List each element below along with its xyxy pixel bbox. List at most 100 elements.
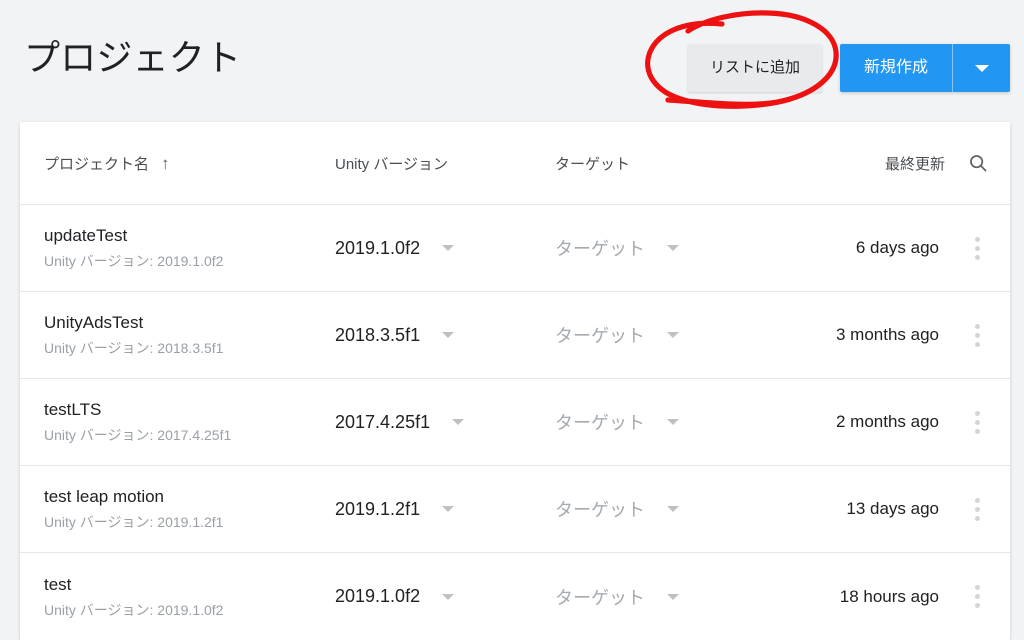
target-select[interactable]: ターゲット (555, 322, 679, 348)
column-header-unity-version-label: Unity バージョン (335, 155, 449, 173)
project-name: updateTest (44, 226, 128, 245)
target-cell: ターゲット (555, 409, 770, 435)
project-name: testLTS (44, 400, 102, 419)
table-row[interactable]: UnityAdsTest Unity バージョン: 2018.3.5f1 201… (20, 292, 1010, 379)
chevron-down-icon (667, 419, 679, 425)
unity-version-select[interactable]: 2017.4.25f1 (335, 411, 465, 433)
project-name-cell[interactable]: updateTest Unity バージョン: 2019.1.0f2 (20, 225, 335, 271)
table-row[interactable]: testLTS Unity バージョン: 2017.4.25f1 2017.4.… (20, 379, 1010, 466)
header-actions: リストに追加 新規作成 (687, 44, 1010, 92)
page-title: プロジェクト (24, 37, 242, 78)
last-updated-value: 18 hours ago (839, 586, 939, 606)
unity-version-cell: 2019.1.0f2 (335, 238, 555, 259)
chevron-down-icon (442, 332, 455, 338)
unity-version-value: 2019.1.2f1 (335, 498, 421, 519)
last-updated-value: 3 months ago (835, 325, 939, 344)
target-cell: ターゲット (555, 235, 770, 261)
row-menu-cell (945, 494, 1010, 525)
last-updated-value: 2 months ago (835, 412, 939, 431)
target-cell: ターゲット (555, 496, 770, 522)
chevron-down-icon (974, 64, 989, 72)
target-select[interactable]: ターゲット (555, 235, 679, 261)
search-icon (969, 155, 986, 172)
row-menu-cell (945, 407, 1010, 438)
target-value: ターゲット (555, 326, 645, 346)
last-updated-cell: 3 months ago (770, 325, 945, 345)
create-new-dropdown-button[interactable] (952, 44, 1010, 92)
chevron-down-icon (452, 419, 465, 425)
more-vert-icon[interactable] (971, 233, 984, 264)
row-menu-cell (945, 581, 1010, 612)
projects-card: プロジェクト名 ↑ Unity バージョン ターゲット 最終更新 updateT… (20, 122, 1010, 640)
row-menu-cell (945, 320, 1010, 351)
target-select[interactable]: ターゲット (555, 409, 679, 435)
project-name-cell[interactable]: UnityAdsTest Unity バージョン: 2018.3.5f1 (20, 312, 335, 358)
column-header-last-updated[interactable]: 最終更新 (770, 153, 945, 174)
table-row[interactable]: test leap motion Unity バージョン: 2019.1.2f1… (20, 466, 1010, 553)
more-vert-icon[interactable] (971, 494, 984, 525)
create-new-button-group: 新規作成 (839, 44, 1010, 92)
unity-version-value: 2019.1.0f2 (335, 237, 421, 258)
target-cell: ターゲット (555, 322, 770, 348)
row-menu-cell (945, 233, 1010, 264)
column-header-target[interactable]: ターゲット (555, 153, 770, 174)
unity-version-select[interactable]: 2019.1.2f1 (335, 498, 455, 520)
unity-version-cell: 2017.4.25f1 (335, 412, 555, 433)
chevron-down-icon (667, 506, 679, 512)
target-value: ターゲット (555, 500, 645, 520)
target-value: ターゲット (555, 587, 645, 608)
add-to-list-button[interactable]: リストに追加 (687, 44, 822, 92)
chevron-down-icon (667, 593, 679, 600)
table-header-row: プロジェクト名 ↑ Unity バージョン ターゲット 最終更新 (20, 122, 1010, 205)
last-updated-cell: 13 days ago (770, 499, 945, 519)
unity-version-value: 2017.4.25f1 (335, 411, 431, 432)
chevron-down-icon (667, 245, 679, 251)
target-select[interactable]: ターゲット (555, 584, 679, 610)
target-value: ターゲット (555, 239, 645, 259)
last-updated-value: 6 days ago (855, 238, 939, 257)
more-vert-icon[interactable] (971, 320, 984, 351)
unity-version-value: 2019.1.0f2 (335, 586, 421, 606)
last-updated-value: 13 days ago (846, 499, 939, 518)
unity-version-select[interactable]: 2019.1.0f2 (335, 586, 455, 607)
project-name-cell[interactable]: test leap motion Unity バージョン: 2019.1.2f1 (20, 486, 335, 532)
target-value: ターゲット (555, 413, 645, 433)
project-unity-version-subtitle: Unity バージョン: 2019.1.2f1 (44, 514, 224, 530)
search-button[interactable] (945, 152, 1010, 174)
more-vert-icon[interactable] (971, 581, 984, 612)
project-name-cell[interactable]: testLTS Unity バージョン: 2017.4.25f1 (20, 399, 335, 445)
unity-version-cell: 2018.3.5f1 (335, 325, 555, 346)
column-header-last-updated-label: 最終更新 (884, 155, 945, 173)
project-unity-version-subtitle: Unity バージョン: 2017.4.25f1 (44, 427, 232, 443)
chevron-down-icon (442, 593, 455, 600)
last-updated-cell: 6 days ago (770, 238, 945, 258)
chevron-down-icon (442, 245, 455, 251)
create-new-button[interactable]: 新規作成 (839, 44, 952, 92)
last-updated-cell: 2 months ago (770, 412, 945, 432)
target-cell: ターゲット (555, 584, 770, 610)
sort-ascending-icon: ↑ (161, 153, 170, 173)
target-select[interactable]: ターゲット (555, 496, 679, 522)
page-header: プロジェクト リストに追加 新規作成 (0, 0, 1024, 122)
column-header-project-name-label: プロジェクト名 (44, 155, 150, 173)
project-name-cell[interactable]: test Unity バージョン: 2019.1.0f2 (20, 574, 335, 620)
unity-version-value: 2018.3.5f1 (335, 324, 421, 345)
project-unity-version-subtitle: Unity バージョン: 2019.1.0f2 (44, 601, 224, 618)
more-vert-icon[interactable] (971, 407, 984, 438)
column-header-target-label: ターゲット (555, 155, 631, 173)
unity-version-select[interactable]: 2018.3.5f1 (335, 324, 455, 346)
unity-version-cell: 2019.1.2f1 (335, 499, 555, 520)
projects-page: プロジェクト リストに追加 新規作成 プロジェクト名 ↑ Unity バージョン… (0, 0, 1024, 640)
last-updated-cell: 18 hours ago (770, 587, 945, 607)
chevron-down-icon (442, 506, 455, 512)
table-row[interactable]: test Unity バージョン: 2019.1.0f2 2019.1.0f2 … (20, 553, 1010, 640)
chevron-down-icon (667, 332, 679, 338)
project-name: UnityAdsTest (44, 313, 144, 332)
unity-version-select[interactable]: 2019.1.0f2 (335, 237, 455, 259)
column-header-unity-version[interactable]: Unity バージョン (335, 153, 555, 174)
project-name: test leap motion (44, 487, 165, 506)
table-row[interactable]: updateTest Unity バージョン: 2019.1.0f2 2019.… (20, 205, 1010, 292)
project-unity-version-subtitle: Unity バージョン: 2019.1.0f2 (44, 253, 224, 269)
project-unity-version-subtitle: Unity バージョン: 2018.3.5f1 (44, 340, 224, 356)
column-header-project-name[interactable]: プロジェクト名 ↑ (20, 153, 335, 174)
